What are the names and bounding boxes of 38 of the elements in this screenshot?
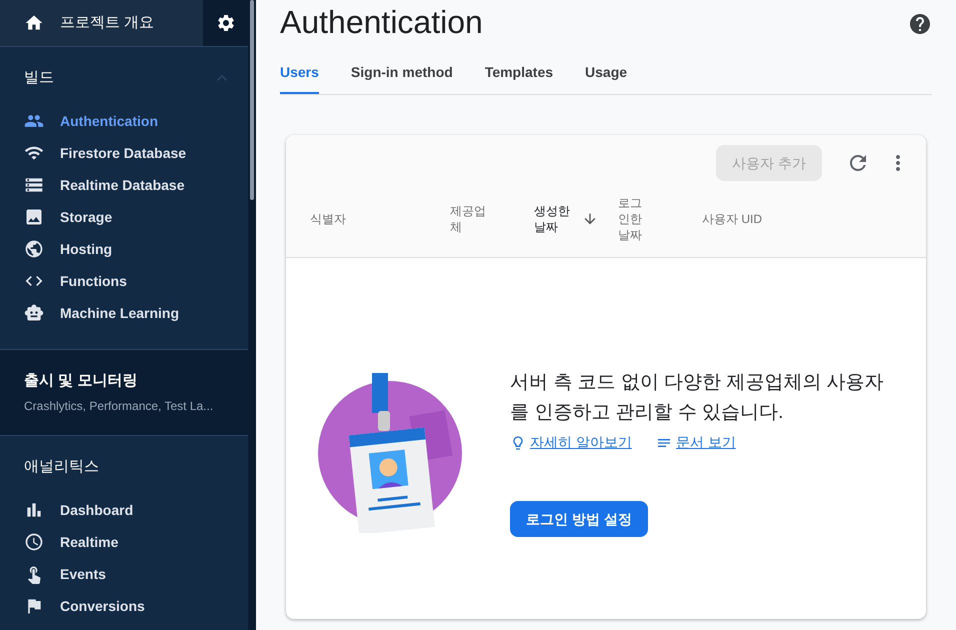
column-header[interactable]: 로그인한 날짜 xyxy=(618,195,646,243)
sidebar-item[interactable]: Realtime xyxy=(0,526,248,558)
tab[interactable]: Sign-in method xyxy=(350,52,453,94)
help-icon[interactable] xyxy=(908,12,932,36)
page-title: Authentication xyxy=(280,3,483,42)
sidebar-item[interactable]: Dashboard xyxy=(0,494,248,526)
settings-icon xyxy=(216,12,236,33)
sidebar-item[interactable]: Hosting xyxy=(0,233,248,265)
tab[interactable]: Users xyxy=(280,52,319,94)
help-link[interactable]: 자세히 알아보기 xyxy=(510,432,632,453)
sidebar-item[interactable]: Storage xyxy=(0,201,248,233)
sidebar-item[interactable]: Firestore Database xyxy=(0,137,248,169)
section-title: 애널리틱스 xyxy=(24,456,99,476)
section-title: 빌드 xyxy=(24,68,54,88)
column-header[interactable]: 제공업체 xyxy=(450,203,490,235)
globe-icon xyxy=(24,239,44,259)
robot-icon xyxy=(24,303,44,323)
sidebar-item[interactable]: Realtime Database xyxy=(0,169,248,201)
sidebar-item[interactable]: Functions xyxy=(0,265,248,297)
column-header[interactable]: 생성한 날짜 xyxy=(534,203,574,235)
section-subtitle: Crashlytics, Performance, Test La... xyxy=(24,398,214,414)
sidebar-item[interactable]: Machine Learning xyxy=(0,297,248,329)
folder-icon xyxy=(24,207,44,227)
column-header[interactable]: 사용자 UID xyxy=(702,211,762,227)
tab[interactable]: Usage xyxy=(585,52,628,94)
clock-icon xyxy=(24,532,44,552)
sidebar-item[interactable]: Conversions xyxy=(0,590,248,622)
setup-sign-in-button[interactable]: 로그인 방법 설정 xyxy=(510,501,648,537)
section-header[interactable]: 출시 및 모니터링 Crashlytics, Performance, Test La... xyxy=(0,349,248,436)
column-header[interactable]: 식별자 xyxy=(310,211,346,227)
empty-state-message: 서버 측 코드 없이 다양한 제공업체의 사용자를 인증하고 관리할 수 있습니다. xyxy=(510,371,885,425)
sort-arrow-icon[interactable] xyxy=(582,211,598,227)
sidebar-item[interactable]: Authentication xyxy=(0,105,248,137)
settings-button[interactable] xyxy=(203,0,248,46)
section-title: 출시 및 모니터링 xyxy=(24,371,138,391)
sidebar-item[interactable]: Events xyxy=(0,558,248,590)
scrollbar[interactable] xyxy=(248,0,256,630)
tab[interactable]: Templates xyxy=(484,52,554,94)
